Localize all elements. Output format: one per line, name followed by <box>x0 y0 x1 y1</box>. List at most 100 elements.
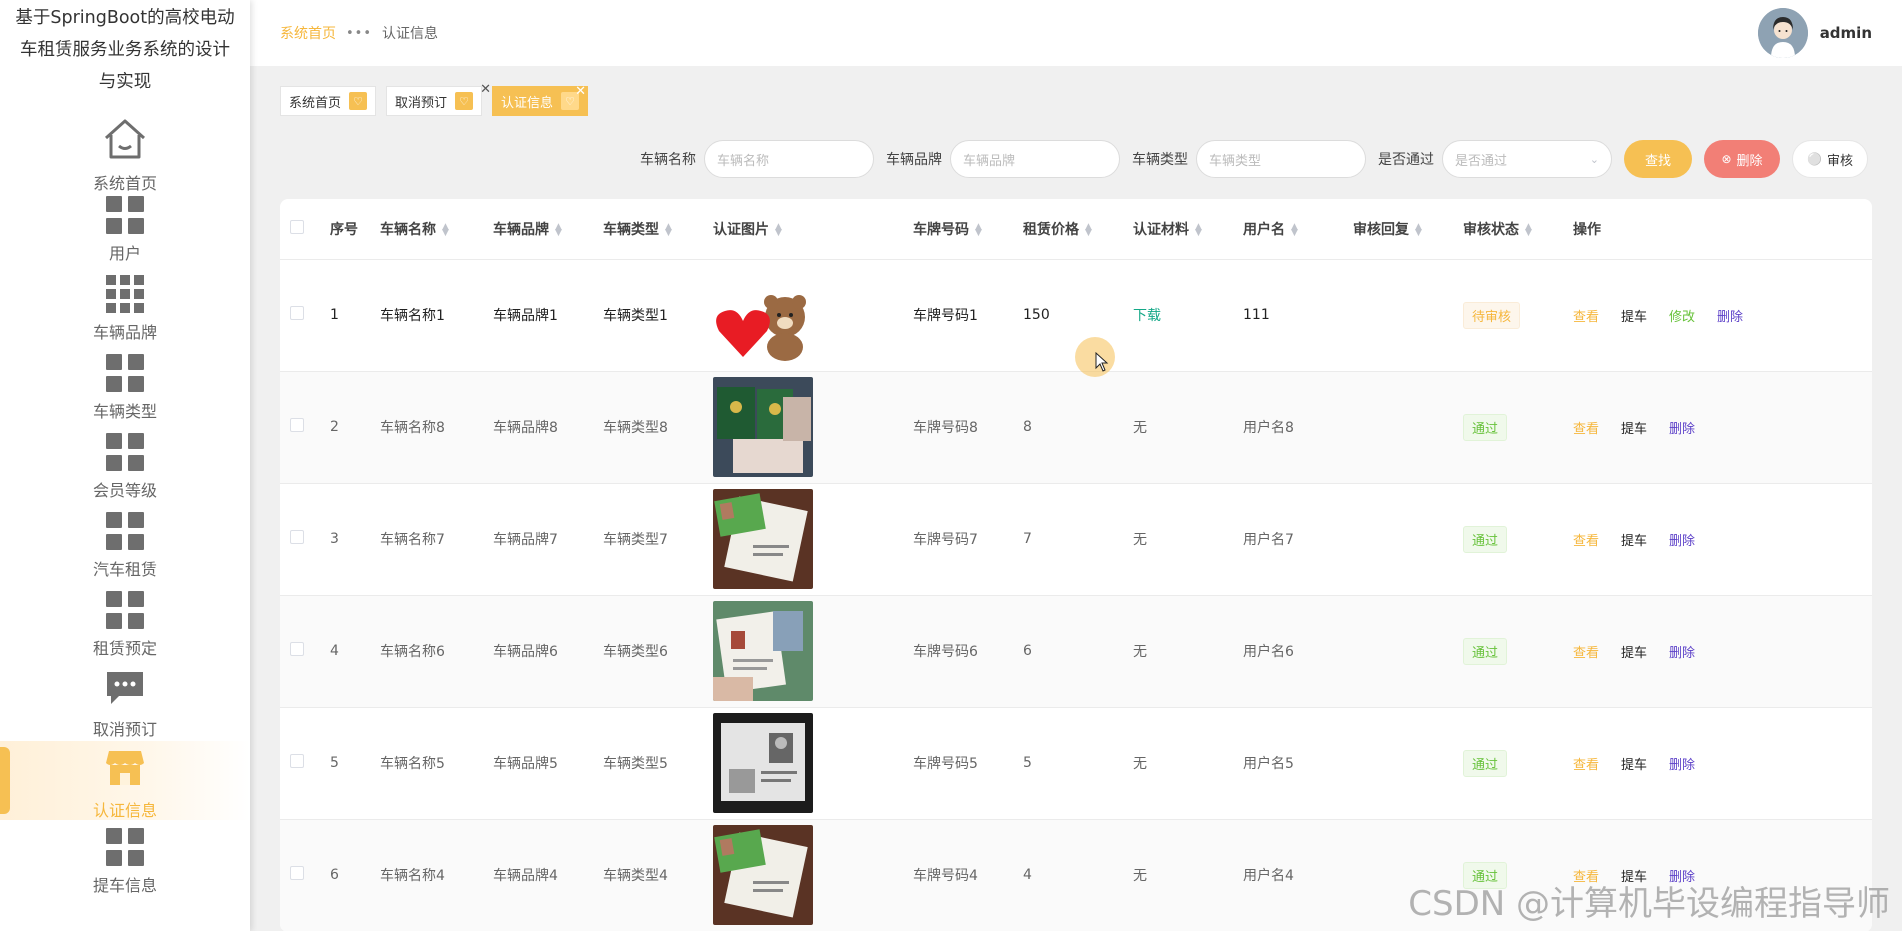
column-header[interactable]: 审核状态 ▲ ▼ <box>1463 199 1573 260</box>
column-header[interactable]: 车辆品牌 ▲ ▼ <box>493 199 603 260</box>
view-button[interactable]: 查看 <box>1573 534 1599 549</box>
tag-2[interactable]: 认证信息 ♡ ✕ <box>492 84 589 116</box>
sidebar-item-5[interactable]: 汽车租赁 <box>0 504 250 583</box>
row-checkbox[interactable] <box>290 866 304 880</box>
grid-icon <box>106 354 144 392</box>
cert-image[interactable] <box>713 377 913 477</box>
pickup-button[interactable]: 提车 <box>1621 422 1647 437</box>
column-header[interactable]: 认证图片 ▲ ▼ <box>713 199 913 260</box>
pickup-button[interactable]: 提车 <box>1621 758 1647 773</box>
pickup-button[interactable]: 提车 <box>1621 310 1647 325</box>
cell-material: 无 <box>1133 371 1243 484</box>
row-select-cell <box>280 707 330 820</box>
sidebar-item-0[interactable]: 系统首页 <box>0 98 250 193</box>
row-select-cell <box>280 595 330 708</box>
row-checkbox[interactable] <box>290 642 304 656</box>
sort-caret-icon[interactable]: ▲ ▼ <box>1415 222 1422 237</box>
column-header[interactable]: 车牌号码 ▲ ▼ <box>913 199 1023 260</box>
view-button[interactable]: 查看 <box>1573 422 1599 437</box>
edit-button[interactable]: 修改 <box>1669 310 1695 325</box>
user-menu[interactable]: admin <box>1757 8 1872 58</box>
close-icon[interactable]: ✕ <box>575 84 586 99</box>
sidebar-item-3[interactable]: 车辆类型 <box>0 346 250 425</box>
row-delete-button[interactable]: 删除 <box>1717 310 1743 325</box>
cell-user: 用户名6 <box>1243 595 1353 708</box>
column-header[interactable]: 认证材料 ▲ ▼ <box>1133 199 1243 260</box>
avatar[interactable] <box>1757 8 1808 58</box>
cell-index: 2 <box>330 371 380 484</box>
sidebar-item-6[interactable]: 租赁预定 <box>0 583 250 662</box>
vehicle-type-input[interactable]: 车辆类型 <box>1196 140 1366 178</box>
cell-cert-image <box>713 819 913 931</box>
pickup-button[interactable]: 提车 <box>1621 646 1647 661</box>
pass-status-placeholder: 是否通过 <box>1455 153 1508 169</box>
vehicle-name-input[interactable]: 车辆名称 <box>704 140 874 178</box>
cell-vehicle-name: 车辆名称1 <box>380 259 493 372</box>
cell-cert-image <box>713 595 913 708</box>
column-header[interactable]: 租赁价格 ▲ ▼ <box>1023 199 1133 260</box>
vehicle-brand-input[interactable]: 车辆品牌 <box>950 140 1120 178</box>
row-delete-button[interactable]: 删除 <box>1669 534 1695 549</box>
view-button[interactable]: 查看 <box>1573 646 1599 661</box>
column-header[interactable]: 车辆名称 ▲ ▼ <box>380 199 493 260</box>
sort-caret-icon[interactable]: ▲ ▼ <box>1525 222 1532 237</box>
material-text: 无 <box>1133 868 1147 884</box>
cert-image[interactable] <box>713 601 913 701</box>
sort-caret-icon[interactable]: ▲ ▼ <box>775 222 782 237</box>
user-name[interactable]: admin <box>1820 24 1872 42</box>
close-icon[interactable]: ✕ <box>480 82 491 97</box>
row-checkbox[interactable] <box>290 418 304 432</box>
sidebar-item-label: 汽车租赁 <box>92 560 157 579</box>
material-text: 无 <box>1133 756 1147 772</box>
row-delete-button[interactable]: 删除 <box>1669 646 1695 661</box>
select-all-checkbox[interactable] <box>290 219 304 234</box>
row-delete-button[interactable]: 删除 <box>1669 758 1695 773</box>
column-header-label: 审核回复 <box>1353 221 1409 238</box>
view-button[interactable]: 查看 <box>1573 310 1599 325</box>
sidebar-item-label: 车辆类型 <box>92 402 157 421</box>
sidebar-item-1[interactable]: 用户 <box>0 188 250 267</box>
cert-image[interactable] <box>713 825 913 925</box>
cell-price: 8 <box>1023 371 1133 484</box>
view-button[interactable]: 查看 <box>1573 758 1599 773</box>
cert-image[interactable] <box>713 713 913 813</box>
row-select-cell <box>280 483 330 596</box>
table-row: 2 车辆名称8 车辆品牌8 车辆类型8 车牌号码8 8 无 用户名8 通过 查看 提车 删除 <box>280 371 1872 484</box>
pickup-button[interactable]: 提车 <box>1621 534 1647 549</box>
sidebar-item-9[interactable]: 提车信息 <box>0 820 250 899</box>
column-header[interactable]: 车辆类型 ▲ ▼ <box>603 199 713 260</box>
cert-image[interactable] <box>713 265 913 365</box>
cell-price: 7 <box>1023 483 1133 596</box>
column-header[interactable]: 审核回复 ▲ ▼ <box>1353 199 1463 260</box>
audit-button[interactable]: ⚪ 审核 <box>1792 140 1868 178</box>
tag-0[interactable]: 系统首页 ♡ <box>280 86 377 116</box>
sidebar-item-4[interactable]: 会员等级 <box>0 425 250 504</box>
cell-vehicle-name: 车辆名称4 <box>380 819 493 931</box>
row-checkbox[interactable] <box>290 754 304 768</box>
breadcrumb-home[interactable]: 系统首页 <box>280 23 336 43</box>
sort-caret-icon[interactable]: ▲ ▼ <box>442 222 449 237</box>
sort-caret-icon[interactable]: ▲ ▼ <box>1085 222 1092 237</box>
sort-caret-icon[interactable]: ▲ ▼ <box>975 222 982 237</box>
pass-status-select[interactable]: 是否通过 ⌄ <box>1442 140 1612 178</box>
delete-button[interactable]: ⊗ 删除 <box>1704 140 1780 178</box>
sidebar-item-7[interactable]: 取消预订 <box>0 662 250 741</box>
cell-index: 5 <box>330 707 380 820</box>
column-header-label: 车牌号码 <box>913 221 969 238</box>
find-button[interactable]: 查找 <box>1624 140 1692 178</box>
sort-caret-icon[interactable]: ▲ ▼ <box>1195 222 1202 237</box>
row-delete-button[interactable]: 删除 <box>1669 422 1695 437</box>
download-link[interactable]: 下载 <box>1133 308 1161 324</box>
sort-caret-icon[interactable]: ▲ ▼ <box>1291 222 1298 237</box>
row-checkbox[interactable] <box>290 530 304 544</box>
sort-caret-icon[interactable]: ▲ ▼ <box>555 222 562 237</box>
row-checkbox[interactable] <box>290 306 304 320</box>
column-header: 操作 <box>1573 199 1872 260</box>
sidebar-item-2[interactable]: 车辆品牌 <box>0 267 250 346</box>
sort-caret-icon[interactable]: ▲ ▼ <box>665 222 672 237</box>
table-row: 3 车辆名称7 车辆品牌7 车辆类型7 车牌号码7 7 无 用户名7 通过 查看 提车 删除 <box>280 483 1872 596</box>
column-header[interactable]: 用户名 ▲ ▼ <box>1243 199 1353 260</box>
tag-1[interactable]: 取消预订 ♡ ✕ <box>386 82 491 116</box>
cert-image[interactable] <box>713 489 913 589</box>
sidebar-item-8[interactable]: 认证信息 <box>0 741 250 820</box>
